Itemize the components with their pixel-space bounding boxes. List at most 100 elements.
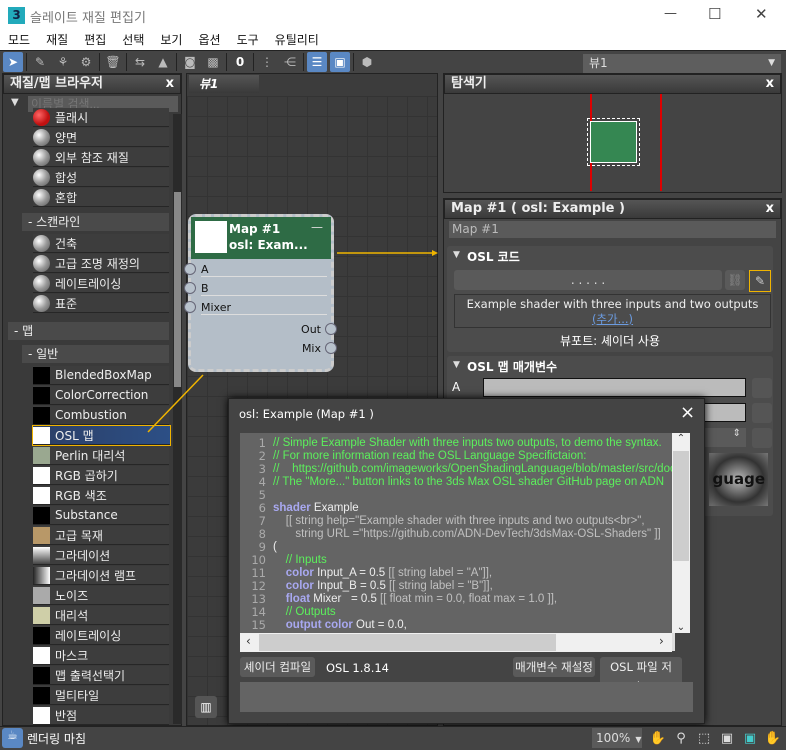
tab-view1[interactable]: 뷰1	[189, 75, 259, 93]
menu-item[interactable]: 옵션	[190, 32, 228, 50]
code-editor[interactable]: 1 2 3 4 5 6 7 8 9 10 11 12 13 14 15 // Simple Example …	[240, 433, 675, 651]
group-header-general[interactable]: - 일반	[22, 345, 169, 363]
zoom-extents-selected-icon[interactable]: ▣	[740, 728, 760, 748]
navigator-node-thumbnail[interactable]	[587, 118, 640, 166]
put-to-scene-icon[interactable]: ⚙	[76, 52, 96, 72]
background-icon[interactable]: ▩	[203, 52, 223, 72]
scrollbar-thumb[interactable]	[259, 634, 556, 651]
list-item[interactable]: BlendedBoxMap	[33, 366, 169, 385]
params-close-button[interactable]: x	[766, 200, 774, 218]
more-link[interactable]: (추가...)	[455, 312, 770, 327]
scroll-left-icon[interactable]: ‹	[246, 634, 251, 648]
list-item[interactable]: 노이즈	[33, 586, 169, 605]
rollout-title[interactable]: OSL 맵 매개변수	[467, 358, 557, 375]
pan-hand-icon[interactable]: ✋	[648, 728, 668, 748]
view-dropdown[interactable]: 뷰1 ▼	[583, 54, 781, 73]
input-socket[interactable]	[184, 263, 196, 275]
list-item[interactable]: 플래시	[33, 108, 169, 127]
list-item[interactable]: 고급 조명 재정의	[33, 254, 169, 273]
horizontal-scrollbar[interactable]: ‹ ›	[240, 633, 672, 652]
param-b-map-button[interactable]	[752, 403, 772, 423]
list-item[interactable]: 멀티타일	[33, 686, 169, 705]
move-children-icon[interactable]: ⇆	[130, 52, 150, 72]
list-item[interactable]: 표준	[33, 294, 169, 313]
list-item[interactable]: Combustion	[33, 406, 169, 425]
list-item[interactable]: 맵 출력선택기	[33, 666, 169, 685]
hide-unused-icon[interactable]: ▲	[153, 52, 173, 72]
menu-item[interactable]: 도구	[229, 32, 267, 50]
list-item[interactable]: RGB 색조	[33, 486, 169, 505]
select-by-material-icon[interactable]: ⬢	[357, 52, 377, 72]
list-item[interactable]: 합성	[33, 168, 169, 187]
menu-item[interactable]: 보기	[152, 32, 190, 50]
material-browser-toggle-icon[interactable]: ☰	[307, 52, 327, 72]
list-item[interactable]: 외부 참조 재질	[33, 148, 169, 167]
scrollbar-thumb[interactable]	[174, 192, 181, 387]
group-header-maps[interactable]: - 맵	[8, 322, 169, 340]
list-item[interactable]: RGB 곱하기	[33, 466, 169, 485]
menu-item[interactable]: 재질	[38, 32, 76, 50]
list-item[interactable]: Substance	[33, 506, 169, 525]
map-name-field[interactable]: Map #1	[449, 221, 776, 238]
navigator-close-button[interactable]: x	[766, 75, 774, 93]
menu-item[interactable]: 선택	[114, 32, 152, 50]
select-tool-icon[interactable]: ➤	[3, 52, 23, 72]
parameter-editor-toggle-icon[interactable]: ▣	[330, 52, 350, 72]
list-item[interactable]: 건축	[33, 234, 169, 253]
browser-scrollbar[interactable]	[173, 114, 182, 724]
eyedropper-icon[interactable]: ✎	[30, 52, 50, 72]
list-item[interactable]: 그라데이션 램프	[33, 566, 169, 585]
zoom-icon[interactable]: ⚲	[671, 728, 691, 748]
list-item[interactable]: 대리석	[33, 606, 169, 625]
layout-children-icon[interactable]: ⋲	[280, 52, 300, 72]
list-item[interactable]: 마스크	[33, 646, 169, 665]
list-item[interactable]: Perlin 대리석	[33, 446, 169, 465]
list-item[interactable]: 고급 목재	[33, 526, 169, 545]
scrollbar-thumb[interactable]	[673, 451, 689, 561]
show-map-icon[interactable]: ◙	[180, 52, 200, 72]
param-a-color-swatch[interactable]	[483, 378, 746, 397]
maximize-button[interactable]: ☐	[708, 5, 721, 23]
list-item[interactable]: OSL 맵	[32, 425, 171, 446]
osl-map-node[interactable]: Map #1 osl: Exam... — A B Mixer Out Mix	[184, 214, 337, 372]
minimize-button[interactable]: —	[664, 6, 677, 21]
list-item[interactable]: ColorCorrection	[33, 386, 169, 405]
delete-icon[interactable]: 🗑	[103, 52, 123, 72]
group-header-scanline[interactable]: - 스캔라인	[22, 213, 169, 231]
output-socket[interactable]	[325, 323, 337, 335]
edit-pencil-icon[interactable]: ✎	[749, 270, 771, 292]
output-socket[interactable]	[325, 342, 337, 354]
list-item[interactable]: 레이트레이싱	[33, 274, 169, 293]
triangle-down-icon[interactable]: ▼	[11, 97, 19, 108]
input-socket[interactable]	[184, 282, 196, 294]
rollout-toggle-icon[interactable]: ▼	[453, 360, 460, 370]
list-item[interactable]: 양면	[33, 128, 169, 147]
link-icon[interactable]: ⛓	[725, 270, 745, 290]
compile-shader-button[interactable]: 셰이더 컴파일	[240, 657, 315, 677]
close-button[interactable]: ✕	[755, 5, 768, 23]
navigator-toggle-icon[interactable]: ▥	[195, 696, 217, 718]
param-a-map-button[interactable]	[752, 378, 772, 398]
list-item[interactable]: 그라데이션	[33, 546, 169, 565]
menu-item[interactable]: 모드	[0, 32, 38, 50]
osl-file-button[interactable]: . . . . .	[454, 270, 722, 290]
collapse-icon[interactable]: —	[311, 220, 323, 234]
rollout-title[interactable]: OSL 코드	[467, 248, 520, 265]
list-item[interactable]: 레이트레이싱	[33, 626, 169, 645]
menu-item[interactable]: 유틸리티	[267, 32, 327, 50]
vertical-scrollbar[interactable]: ⌃ ⌄	[672, 433, 690, 633]
scroll-right-icon[interactable]: ›	[659, 634, 664, 648]
pan-to-selected-icon[interactable]: ✋	[763, 728, 783, 748]
reset-parameters-button[interactable]: 매개변수 재설정	[513, 657, 595, 677]
mixer-map-button[interactable]	[752, 428, 772, 448]
input-socket[interactable]	[184, 301, 196, 313]
zoom-dropdown[interactable]: 100% ▼	[592, 728, 642, 748]
list-item[interactable]: 반점	[33, 706, 169, 725]
rollout-toggle-icon[interactable]: ▼	[453, 250, 460, 260]
sample-slots-icon[interactable]: 0	[230, 52, 250, 72]
editor-close-button[interactable]: ×	[680, 402, 695, 423]
list-item[interactable]: 혼합	[33, 188, 169, 207]
menu-item[interactable]: 편집	[76, 32, 114, 50]
zoom-region-icon[interactable]: ⬚	[694, 728, 714, 748]
assign-material-icon[interactable]: ⚘	[53, 52, 73, 72]
